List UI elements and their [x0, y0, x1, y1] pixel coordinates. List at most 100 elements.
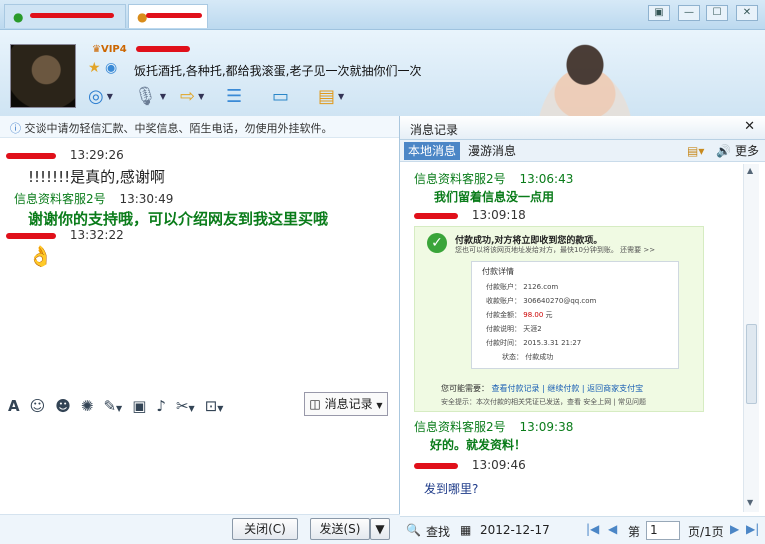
chat-toolbar: ◎ ▼ 🎙 ▼ ⇨ ▼ ☰ ▭ ▤ ▼ [88, 82, 356, 110]
file-transfer-icon: ⇨ [180, 85, 196, 107]
send-options-button[interactable]: ▼ [370, 518, 390, 540]
contact-signature: 饭托酒托,各种托,都给我滚蛋,老子见一次就抽你们一次 [134, 64, 422, 78]
toolbox-icon[interactable]: ⊡▼ [205, 397, 224, 415]
redaction-mark [6, 232, 56, 239]
history-more: ▤▾ 🔊 更多 [687, 142, 759, 159]
shake-icon[interactable]: ✺ [81, 397, 94, 415]
redaction-mark [136, 46, 190, 52]
doodle-icon[interactable]: ✎▼ [103, 397, 122, 415]
more-button[interactable]: 更多 [735, 144, 759, 158]
online-status-icon: ● [13, 10, 24, 24]
calendar-icon[interactable]: ▦ [460, 523, 471, 537]
checkmark-icon: ✓ [427, 233, 447, 253]
history-message-meta: 13:09:46 [414, 458, 526, 472]
close-window-button[interactable]: ✕ [736, 5, 758, 21]
microphone-icon: 🎙 [134, 85, 157, 107]
screenshot-scissors-icon[interactable]: ✂▼ [176, 397, 195, 415]
voice-call-button[interactable]: 🎙 ▼ [134, 82, 172, 110]
chat-panel: ⓘ 交谈中请勿轻信汇款、中奖信息、陌生电话，勿使用外挂软件。 13:29:26 … [0, 116, 400, 544]
history-title: 消息记录 [410, 123, 459, 137]
chevron-down-icon: ▼ [198, 91, 205, 101]
payment-details: 付款详情 付款账户： 2126.com 收款账户： 306640270@qq.c… [471, 261, 679, 369]
message-meta: 13:32:22 [6, 228, 124, 242]
last-page-icon[interactable]: ▶| [746, 522, 759, 536]
history-message-meta: 13:09:18 [414, 208, 526, 222]
remote-assist-button[interactable]: ▭ [272, 82, 310, 110]
security-notice: ⓘ 交谈中请勿轻信汇款、中奖信息、陌生电话，勿使用外挂软件。 [0, 116, 399, 138]
search-button[interactable]: 查找 [426, 523, 450, 540]
send-file-button[interactable]: ⇨ ▼ [180, 82, 218, 110]
message-text: 谢谢你的支持哦，可以介绍网友到我这里买哦 [28, 210, 329, 228]
history-message-meta: 信息资料客服2号 13:09:38 [414, 420, 574, 434]
page-label: 第 [628, 525, 641, 539]
video-call-button[interactable]: ◎ ▼ [88, 82, 126, 110]
history-scrollbar[interactable]: ▲ ▼ [743, 164, 759, 512]
history-tabs: 本地消息 漫游消息 ▤▾ 🔊 更多 [400, 140, 765, 162]
image-icon[interactable]: ▣ [132, 397, 146, 415]
redaction-mark [414, 212, 458, 219]
music-icon[interactable]: ♪ [156, 397, 166, 415]
close-chat-button[interactable]: 关闭(C) [232, 518, 298, 540]
notebook-icon: ▤ [318, 85, 336, 107]
first-page-icon[interactable]: |◀ [586, 522, 599, 536]
crown-icon: ♛ [92, 44, 101, 55]
redaction-mark [30, 13, 114, 18]
star-icon[interactable]: ★ [88, 60, 101, 76]
next-page-icon[interactable]: ▶ [730, 522, 739, 536]
message-text: !!!!!!!是真的,感谢啊 [28, 168, 165, 186]
scroll-thumb[interactable] [746, 324, 757, 404]
monitor-icon: ▭ [272, 85, 290, 107]
history-date[interactable]: 2012-12-17 [480, 523, 550, 537]
history-message-meta: 信息资料客服2号 13:06:43 [414, 172, 574, 186]
chevron-down-icon: ▼ [338, 91, 345, 101]
history-message-text: 好的。就发资料！ [430, 438, 527, 452]
scroll-down-icon[interactable]: ▼ [747, 498, 753, 507]
history-header: 消息记录 ✕ [400, 116, 765, 140]
chevron-down-icon: ▼ [106, 91, 113, 101]
prev-page-icon[interactable]: ◀ [608, 522, 617, 536]
history-panel: 消息记录 ✕ 本地消息 漫游消息 ▤▾ 🔊 更多 信息资料客服2号 13:06:… [400, 116, 765, 544]
filter-icon[interactable]: ▤▾ [687, 144, 704, 158]
status-icons: ★ ◉ [88, 60, 117, 76]
history-icon: ◫ [309, 397, 321, 411]
message-history-button[interactable]: ◫ 消息记录 ▼ [304, 392, 388, 416]
group-chat-button[interactable]: ☰ [226, 82, 264, 110]
magic-face-icon[interactable]: ☻ [55, 397, 71, 415]
ok-hand-emoji: 👌 [28, 244, 53, 268]
bubble-icon[interactable]: ◉ [105, 60, 117, 76]
redaction-mark [146, 13, 202, 18]
info-icon: ⓘ [10, 122, 21, 135]
history-footer: 🔍 查找 ▦ 2012-12-17 |◀ ◀ 第 1 页/1页 ▶ ▶| [400, 516, 765, 544]
title-bar: ● ● ▣ — ☐ ✕ [0, 0, 765, 30]
send-button[interactable]: 发送(S) [310, 518, 370, 540]
send-area: 关闭(C) 发送(S) ▼ [0, 514, 400, 544]
vip-badge[interactable]: ♛VIP4 [92, 44, 127, 55]
speaker-icon[interactable]: 🔊 [716, 144, 731, 158]
page-suffix: 页/1页 [688, 525, 724, 539]
chevron-down-icon: ▼ [376, 401, 383, 410]
minimize-button[interactable]: — [678, 5, 700, 21]
page-number-input[interactable]: 1 [646, 521, 680, 540]
tab-local-messages[interactable]: 本地消息 [404, 142, 461, 160]
skin-button[interactable]: ▣ [648, 5, 670, 21]
close-icon[interactable]: ✕ [744, 119, 755, 134]
webcam-icon: ◎ [88, 85, 104, 107]
message-meta: 信息资料客服2号 13:30:49 [14, 192, 174, 206]
emoji-icon[interactable]: ☺ [30, 397, 46, 415]
font-icon[interactable]: A [8, 397, 20, 415]
apps-button[interactable]: ▤ ▼ [318, 82, 356, 110]
payment-receipt-image: ✓ 付款成功,对方将立即收到您的款项。 您也可以将该网页地址发给对方，最快10分… [414, 226, 704, 412]
redaction-mark [414, 462, 458, 469]
message-meta: 13:29:26 [6, 148, 124, 162]
history-message-text: 我们留着信息没一点用 [434, 190, 555, 204]
search-icon[interactable]: 🔍 [406, 523, 421, 537]
scroll-up-icon[interactable]: ▲ [747, 166, 753, 175]
redaction-mark [6, 152, 56, 159]
chat-header: ♛VIP4 ★ ◉ 饭托酒托,各种托,都给我滚蛋,老子见一次就抽你们一次 ◎ ▼ … [0, 30, 765, 146]
chat-add-icon: ☰ [226, 85, 243, 107]
avatar[interactable] [10, 44, 76, 108]
history-message-text: 发到哪里? [424, 482, 479, 496]
maximize-button[interactable]: ☐ [706, 5, 728, 21]
chevron-down-icon: ▼ [159, 91, 167, 101]
tab-roaming-messages[interactable]: 漫游消息 [464, 142, 520, 160]
